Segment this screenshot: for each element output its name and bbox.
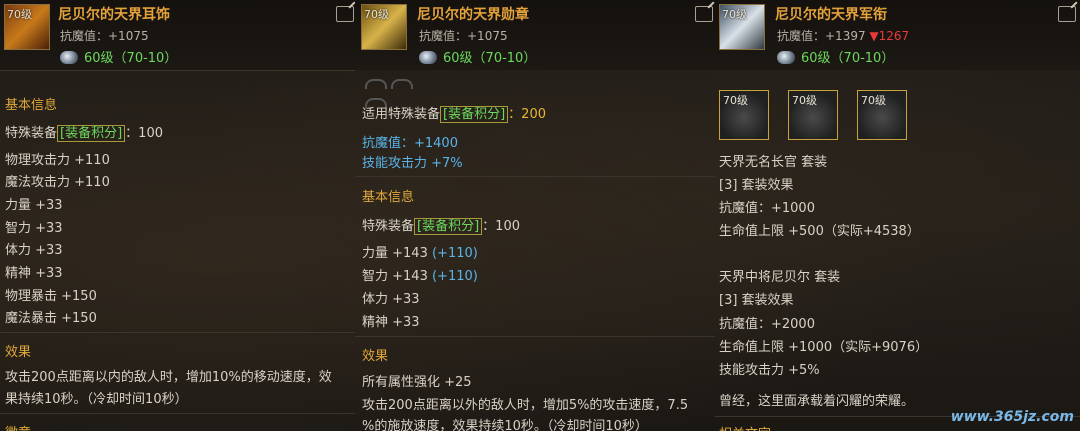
stat-line: 智力 +33: [5, 221, 63, 236]
rank-insignia-icon[interactable]: 70级: [719, 4, 765, 50]
level-range: 60级（70-10）: [419, 47, 536, 66]
tooltip-earring: 70级 尼贝尔的天界耳饰 抗魔值：+1075 60级（70-10） 基本信息 特…: [0, 0, 355, 431]
chain-icon: [365, 74, 435, 108]
icon-level: 70级: [722, 8, 747, 21]
watermark: www.365jz.com: [950, 409, 1074, 425]
set-stat: 抗魔值：+2000: [719, 317, 815, 332]
effect-text: 攻击200点距离以内的敌人时，增加10%的移动速度，效: [5, 370, 332, 385]
icon-level: 70级: [7, 8, 32, 21]
resist-value: 抗魔值：+1075: [60, 29, 149, 43]
level-range: 60级（70-10）: [777, 47, 894, 66]
set-effect: [3] 套装效果: [719, 178, 794, 193]
item-name: 尼贝尔的天界耳饰: [58, 7, 170, 23]
resist-value: 抗魔值：+1075: [419, 29, 508, 43]
gem-icon: [419, 51, 437, 64]
stat-line: 力量 +33: [5, 198, 63, 213]
stat-line: 物理攻击力 +110: [5, 153, 110, 168]
stat-line: 精神 +33: [362, 315, 420, 330]
stat-line: 魔法攻击力 +110: [5, 175, 110, 190]
set-stat: 生命值上限 +500（实际+4538）: [719, 224, 920, 239]
edit-icon[interactable]: [695, 6, 713, 22]
tooltip-rank: 70级 尼贝尔的天界军衔 抗魔值：+1397 ▼1267 60级（70-10） …: [715, 0, 1080, 431]
set-stat: 生命值上限 +1000（实际+9076）: [719, 340, 929, 355]
edit-icon[interactable]: [336, 6, 354, 22]
applicable-special: 适用特殊装备 [装备积分] ：200: [362, 106, 546, 123]
effect-text: %的施放速度，效果持续10秒。（冷却时间10秒）: [362, 419, 648, 431]
set-stat: 技能攻击力 +5%: [719, 363, 820, 378]
set-name: 天界中将尼贝尔 套装: [719, 270, 841, 285]
stat-line: 体力 +33: [362, 292, 420, 307]
section-basic: 基本信息: [5, 98, 58, 113]
gem-icon: [777, 51, 795, 64]
set-effect: [3] 套装效果: [719, 293, 794, 308]
item-name: 尼贝尔的天界勋章: [417, 7, 529, 23]
special-equip: 特殊装备 [装备积分] ：100: [362, 218, 520, 235]
section-effect: 效果: [5, 345, 32, 360]
set-stat: 抗魔值：+1000: [719, 201, 815, 216]
section-badge: 徽章: [5, 422, 31, 431]
set-item-icon[interactable]: 70级: [788, 90, 838, 140]
set-name: 天界无名长官 套装: [719, 155, 828, 170]
tooltip-medal: 70级 尼贝尔的天界勋章 抗魔值：+1075 60级（70-10） 适用特殊装备…: [355, 0, 715, 431]
item-name: 尼贝尔的天界军衔: [775, 7, 887, 23]
effect-text: 所有属性强化 +25: [362, 375, 472, 390]
section-basic: 基本信息: [362, 190, 415, 205]
set-item-icon[interactable]: 70级: [857, 90, 907, 140]
earring-icon[interactable]: 70级: [4, 4, 50, 50]
icon-level: 70级: [364, 8, 389, 21]
edit-icon[interactable]: [1058, 6, 1076, 22]
gem-icon: [60, 51, 78, 64]
section-effect: 效果: [362, 349, 389, 364]
effect-text: 攻击200点距离以外的敌人时，增加5%的攻击速度，7.5: [362, 398, 689, 413]
stat-line: 力量 +143 (+110): [362, 246, 478, 261]
section-related: 相关文字: [719, 423, 771, 431]
level-range: 60级（70-10）: [60, 47, 177, 66]
stat-line: 体力 +33: [5, 243, 63, 258]
resist-value: 抗魔值：+1397 ▼1267: [777, 29, 910, 43]
special-equip: 特殊装备 [装备积分] ：100: [5, 125, 163, 142]
stat-line: 魔法暴击 +150: [5, 311, 97, 326]
stat-line: 物理暴击 +150: [5, 289, 97, 304]
flavor-text: 曾经，这里面承载着闪耀的荣耀。: [719, 394, 915, 409]
header: [0, 0, 355, 70]
effect-text: 果持续10秒。（冷却时间10秒）: [5, 392, 188, 407]
bonus-line: 抗魔值：+1400: [362, 136, 458, 151]
stat-line: 精神 +33: [5, 266, 63, 281]
medal-icon[interactable]: 70级: [361, 4, 407, 50]
set-item-icon[interactable]: 70级: [719, 90, 769, 140]
bonus-line: 技能攻击力 +7%: [362, 156, 463, 171]
stat-line: 智力 +143 (+110): [362, 269, 478, 284]
